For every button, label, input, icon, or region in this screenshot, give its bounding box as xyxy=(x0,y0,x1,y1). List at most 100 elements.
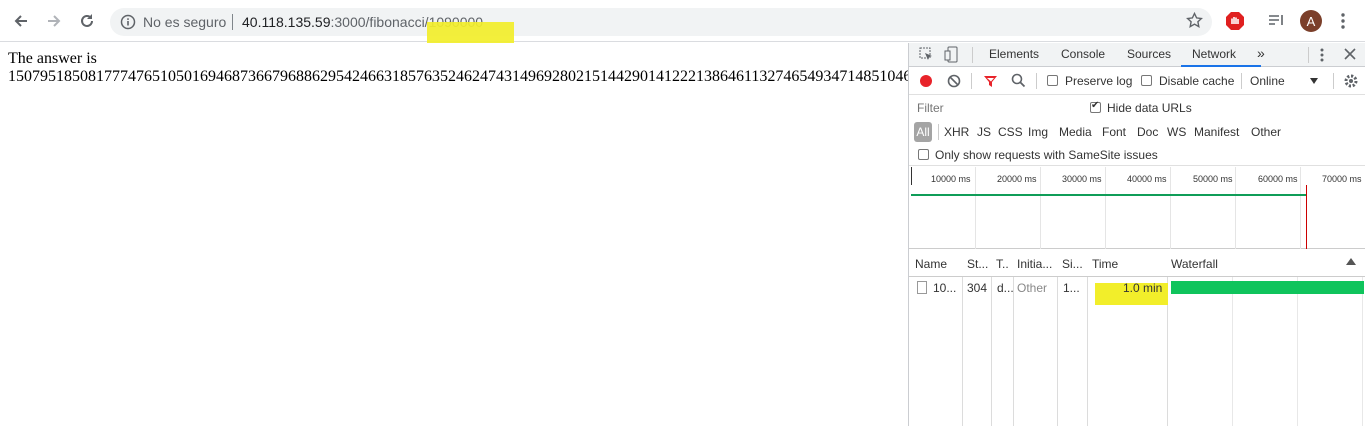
type-filter-font[interactable]: Font xyxy=(1102,125,1126,139)
waterfall-gridline xyxy=(1297,277,1298,426)
answer-value: 1507951850817774765105016946873667968862… xyxy=(8,68,908,85)
request-name: 10... xyxy=(933,281,957,295)
security-status: No es seguro xyxy=(143,14,227,30)
inspect-element-icon[interactable] xyxy=(919,47,934,62)
resource-type-filters: All XHR JS CSS Img Media Font Doc WS Man… xyxy=(909,121,1365,143)
timeline-tick-label: 40000 ms xyxy=(1127,174,1167,184)
throttle-select[interactable]: Online xyxy=(1250,74,1285,88)
type-filter-ws[interactable]: WS xyxy=(1167,125,1186,139)
media-queue-icon[interactable] xyxy=(1268,13,1286,29)
disable-cache-checkbox[interactable] xyxy=(1141,75,1152,86)
address-separator xyxy=(232,14,233,30)
extension-stop-icon[interactable] xyxy=(1225,11,1245,31)
timeline-tick-label: 30000 ms xyxy=(1062,174,1102,184)
arrow-right-icon xyxy=(48,15,61,27)
samesite-checkbox[interactable] xyxy=(918,149,929,160)
tab-divider xyxy=(1308,47,1309,63)
record-button[interactable] xyxy=(920,75,932,87)
toolbar-divider xyxy=(1333,73,1334,89)
info-icon[interactable] xyxy=(120,14,136,30)
hide-data-urls-checkbox[interactable] xyxy=(1090,100,1101,113)
forward-button[interactable] xyxy=(42,9,66,33)
preserve-log-checkbox[interactable] xyxy=(1047,75,1058,86)
browser-menu-icon[interactable] xyxy=(1338,12,1348,30)
device-toolbar-icon[interactable] xyxy=(944,46,959,63)
network-toolbar: Preserve log Disable cache Online xyxy=(909,68,1365,95)
sort-ascending-icon[interactable] xyxy=(1346,258,1356,265)
browser-toolbar: No es seguro 40.118.135.59:3000/fibonacc… xyxy=(0,0,1365,42)
document-icon xyxy=(917,281,927,294)
type-filter-xhr[interactable]: XHR xyxy=(944,125,969,139)
type-filter-all[interactable]: All xyxy=(914,122,932,142)
timeline-gridline xyxy=(975,167,976,249)
reload-icon xyxy=(81,14,93,27)
toolbar-divider xyxy=(1036,73,1037,89)
url-highlight-mark xyxy=(427,22,514,43)
timeline-start-marker xyxy=(911,167,912,185)
timeline-overview[interactable]: 10000 ms 20000 ms 30000 ms 40000 ms 5000… xyxy=(909,167,1365,249)
timeline-tick-label: 50000 ms xyxy=(1193,174,1233,184)
timeline-gridline xyxy=(1105,167,1106,249)
address-bar[interactable]: No es seguro 40.118.135.59:3000/fibonacc… xyxy=(110,8,1212,36)
column-header-type[interactable]: T.. xyxy=(996,257,1009,271)
request-initiator: Other xyxy=(1017,281,1048,295)
waterfall-bar xyxy=(1171,281,1364,294)
requests-table-header: Name St... T.. Initia... Si... Time Wate… xyxy=(909,250,1365,277)
devtools-tabbar: Elements Console Sources Network » xyxy=(909,43,1365,67)
reload-button[interactable] xyxy=(75,9,99,33)
devtools-panel: Elements Console Sources Network » Prese… xyxy=(908,43,1365,426)
tab-sources[interactable]: Sources xyxy=(1127,47,1171,61)
devtools-menu-icon[interactable] xyxy=(1318,47,1326,63)
active-tab-indicator xyxy=(1181,65,1261,67)
preserve-log-label: Preserve log xyxy=(1065,74,1133,88)
column-header-time[interactable]: Time xyxy=(1092,257,1118,271)
timeline-gridline xyxy=(1170,167,1171,249)
filter-icon[interactable] xyxy=(983,74,998,89)
request-size: 1... xyxy=(1063,281,1080,295)
type-filter-other[interactable]: Other xyxy=(1251,125,1281,139)
tab-console[interactable]: Console xyxy=(1061,47,1105,61)
type-filter-media[interactable]: Media xyxy=(1059,125,1092,139)
settings-gear-icon[interactable] xyxy=(1343,73,1359,89)
column-header-name[interactable]: Name xyxy=(915,257,947,271)
type-filter-css[interactable]: CSS xyxy=(998,125,1023,139)
toolbar-divider xyxy=(971,73,972,89)
timeline-tick-label: 10000 ms xyxy=(931,174,971,184)
arrow-left-icon xyxy=(14,15,27,27)
dropdown-arrow-icon[interactable] xyxy=(1310,78,1318,84)
more-tabs-button[interactable]: » xyxy=(1257,45,1265,61)
column-header-initiator[interactable]: Initia... xyxy=(1017,257,1052,271)
page-content: The answer is 15079518508177747651050169… xyxy=(0,43,908,426)
answer-label: The answer is xyxy=(8,50,97,67)
timeline-gridline xyxy=(1300,167,1301,249)
timeline-gridline xyxy=(1235,167,1236,249)
back-button[interactable] xyxy=(9,9,33,33)
type-filter-js[interactable]: JS xyxy=(977,125,991,139)
waterfall-gridline xyxy=(1362,277,1363,426)
toolbar-divider xyxy=(1241,73,1242,89)
type-divider xyxy=(938,124,939,140)
filter-input[interactable] xyxy=(915,99,1077,117)
request-status: 304 xyxy=(967,281,988,295)
search-icon[interactable] xyxy=(1011,73,1026,88)
type-filter-manifest[interactable]: Manifest xyxy=(1194,125,1239,139)
request-time: 1.0 min xyxy=(1123,281,1163,295)
type-filter-doc[interactable]: Doc xyxy=(1137,125,1158,139)
tab-elements[interactable]: Elements xyxy=(989,47,1039,61)
disable-cache-label: Disable cache xyxy=(1159,74,1235,88)
column-header-waterfall[interactable]: Waterfall xyxy=(1171,257,1218,271)
timeline-tick-label: 20000 ms xyxy=(997,174,1037,184)
profile-avatar[interactable]: A xyxy=(1300,10,1322,32)
filter-bar: Hide data URLs xyxy=(909,96,1365,120)
column-header-size[interactable]: Si... xyxy=(1062,257,1083,271)
tab-network[interactable]: Network xyxy=(1192,47,1236,61)
clear-icon[interactable] xyxy=(947,74,961,88)
close-devtools-icon[interactable] xyxy=(1344,48,1356,60)
url-host: 40.118.135.59 xyxy=(242,14,331,30)
waterfall-gridline xyxy=(1232,277,1233,426)
bookmark-star-icon[interactable] xyxy=(1186,12,1203,29)
column-header-status[interactable]: St... xyxy=(967,257,988,271)
type-filter-img[interactable]: Img xyxy=(1028,125,1048,139)
hide-data-urls-label: Hide data URLs xyxy=(1107,101,1192,115)
timeline-gridline xyxy=(1040,167,1041,249)
